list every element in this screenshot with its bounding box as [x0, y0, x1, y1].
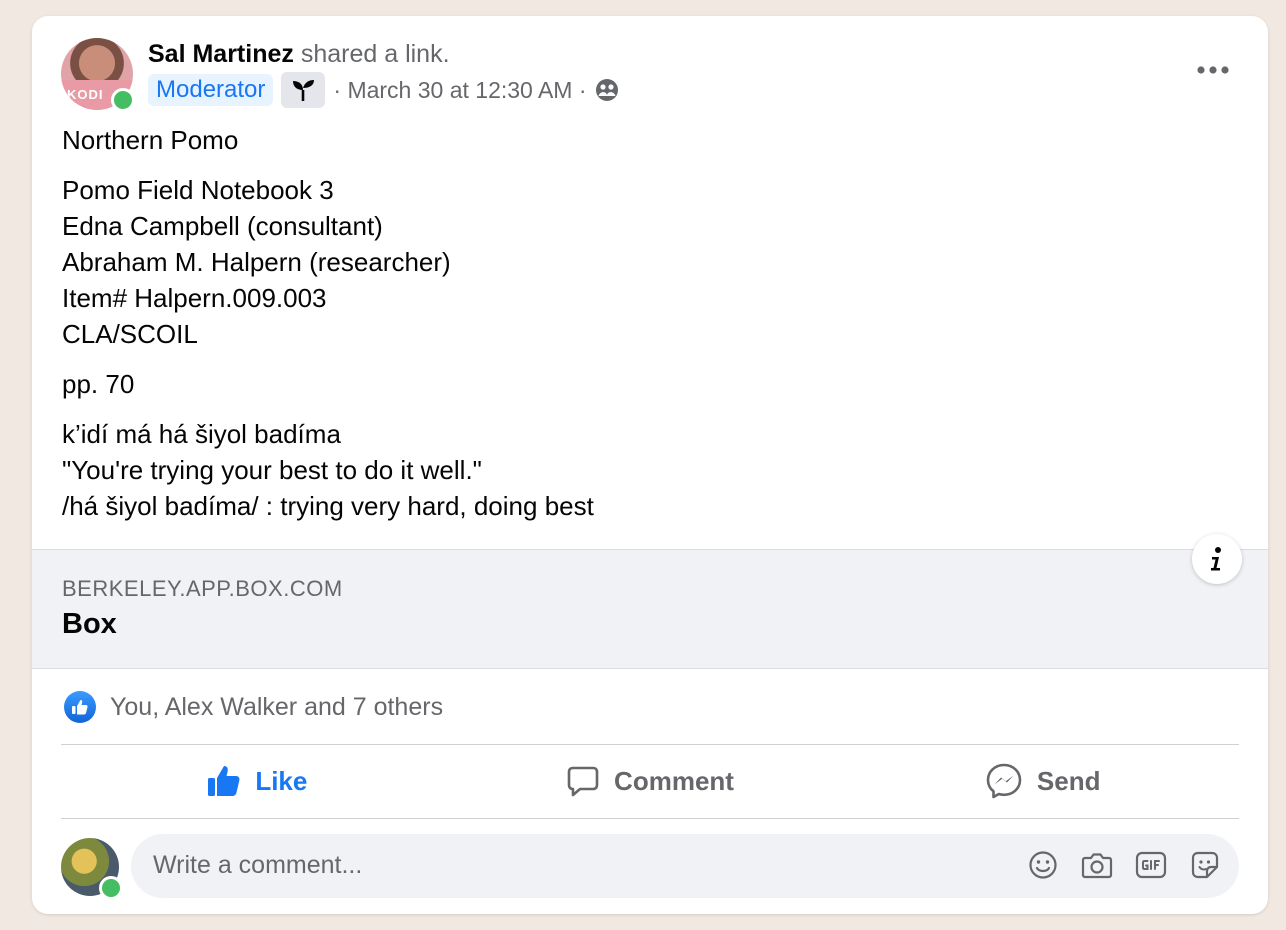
avatar-shirt-text: KODI [67, 87, 104, 102]
post-line: Item# Halpern.009.003 [62, 283, 327, 313]
comment-input[interactable]: Write a comment... [131, 834, 1239, 898]
like-reaction-icon [64, 691, 96, 723]
like-button[interactable]: Like [61, 746, 454, 816]
sticker-icon[interactable] [1189, 849, 1221, 881]
post-line: "You're trying your best to do it well." [62, 455, 482, 485]
sprout-icon[interactable] [281, 72, 326, 108]
like-label: Like [255, 765, 308, 796]
post-line: Edna Campbell (consultant) [62, 211, 383, 241]
author-line: Sal Martinez shared a link. [148, 40, 450, 69]
comment-placeholder: Write a comment... [153, 851, 363, 879]
post-line: /há šiyol badíma/ : trying very hard, do… [62, 491, 594, 521]
info-icon[interactable] [1192, 534, 1242, 584]
camera-icon[interactable] [1081, 849, 1113, 881]
more-options-icon[interactable] [1188, 50, 1238, 90]
group-audience-icon [595, 78, 619, 102]
post-paragraph: Pomo Field Notebook 3 Edna Campbell (con… [62, 172, 1242, 352]
author-name[interactable]: Sal Martinez [148, 40, 294, 68]
divider [61, 744, 1239, 745]
post-paragraph: Northern Pomo [62, 125, 239, 155]
current-user-online-indicator [99, 876, 123, 900]
gif-icon[interactable] [1135, 849, 1167, 881]
link-title: Box [62, 608, 117, 640]
send-label: Send [1036, 765, 1101, 796]
link-preview[interactable]: BERKELEY.APP.BOX.COM Box [32, 549, 1268, 669]
post-paragraph: k’idí má há šiyol badíma "You're trying … [62, 416, 1242, 524]
post-actions: Like Comment Send [61, 746, 1239, 816]
comment-label: Comment [614, 765, 734, 796]
post-card: KODI Sal Martinez shared a link. Moderat… [32, 16, 1268, 914]
post-paragraph: pp. 70 [62, 369, 135, 399]
post-meta: Moderator · March 30 at 12:30 AM · [148, 72, 619, 108]
post-line: CLA/SCOIL [62, 319, 198, 349]
post-timestamp[interactable]: · March 30 at 12:30 AM · [333, 77, 586, 104]
messenger-icon [986, 763, 1022, 799]
post-line: k’idí má há šiyol badíma [62, 419, 341, 449]
like-icon [208, 766, 240, 796]
send-button[interactable]: Send [846, 746, 1239, 816]
emoji-icon[interactable] [1027, 849, 1059, 881]
post-text: Northern Pomo Pomo Field Notebook 3 Edna… [62, 122, 1242, 538]
author-online-indicator [111, 88, 135, 112]
post-line: Pomo Field Notebook 3 [62, 175, 334, 205]
post-line: Abraham M. Halpern (researcher) [62, 247, 451, 277]
divider [61, 818, 1239, 819]
comment-icon [567, 766, 599, 797]
link-domain: BERKELEY.APP.BOX.COM [62, 576, 343, 601]
reaction-text: You, Alex Walker and 7 others [110, 692, 444, 721]
comment-button[interactable]: Comment [454, 746, 847, 816]
reactions-summary[interactable]: You, Alex Walker and 7 others [64, 690, 443, 724]
moderator-badge[interactable]: Moderator [148, 74, 274, 106]
comment-tools [1027, 849, 1221, 881]
author-action: shared a link. [300, 40, 450, 68]
